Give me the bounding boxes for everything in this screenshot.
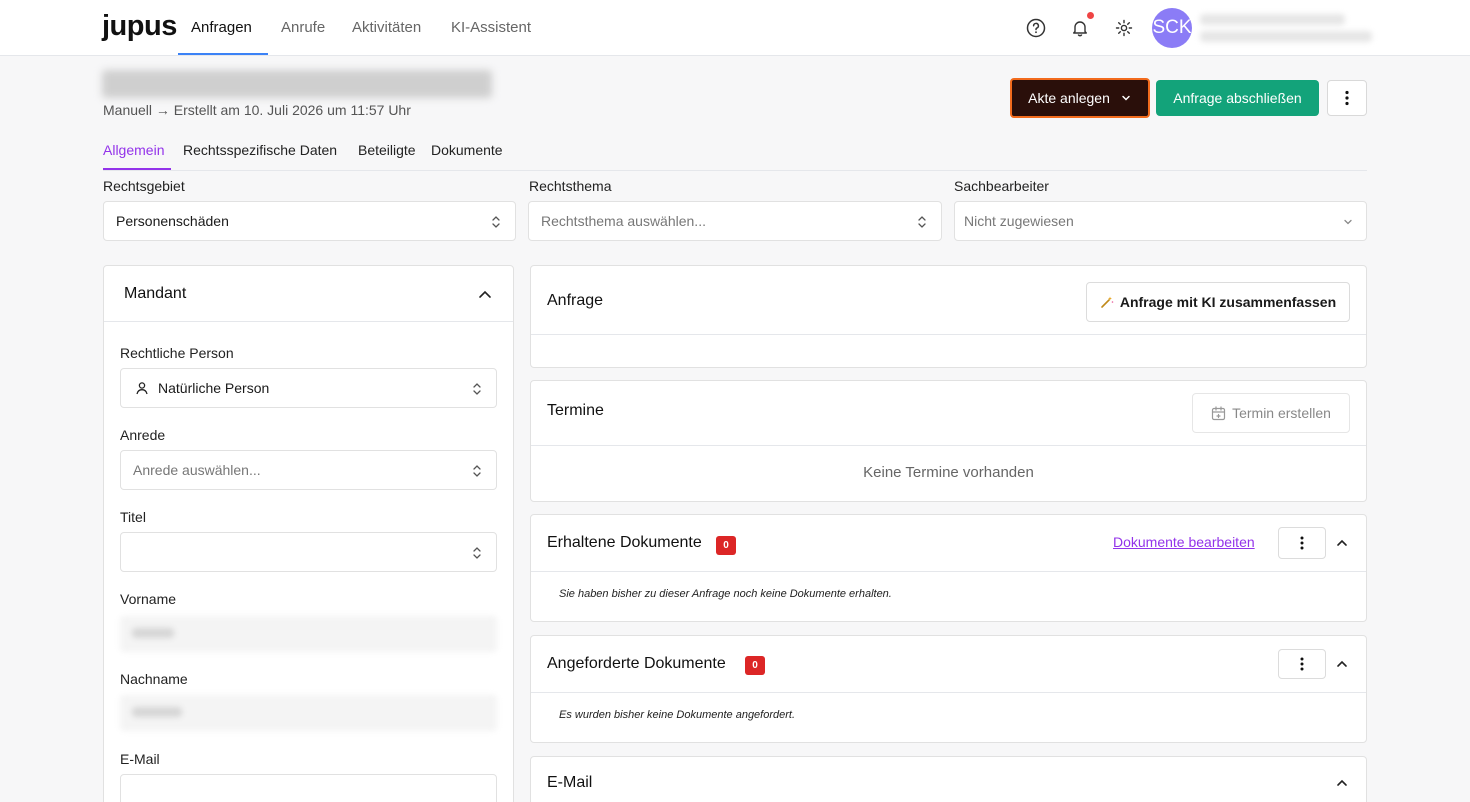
magic-wand-icon [1101, 296, 1114, 308]
chevron-up-icon[interactable] [1336, 659, 1348, 669]
angeforderte-count-badge: 0 [745, 656, 765, 675]
nav-ki-assistent[interactable]: KI-Assistent [451, 19, 531, 36]
rechtsthema-label: Rechtsthema [529, 178, 612, 194]
anrede-label: Anrede [120, 427, 166, 443]
tab-allgemein[interactable]: Allgemein [103, 142, 164, 158]
more-vertical-icon [1345, 90, 1349, 106]
tab-rechtsspezifische-daten[interactable]: Rechtsspezifische Daten [183, 142, 337, 158]
person-icon [136, 382, 148, 395]
angeforderte-divider [531, 692, 1366, 693]
nachname-label: Nachname [120, 671, 188, 687]
nav-anrufe[interactable]: Anrufe [281, 19, 325, 36]
notification-dot [1087, 12, 1094, 19]
titel-label: Titel [120, 509, 146, 525]
chevron-up-icon[interactable] [478, 288, 492, 300]
erhaltene-empty-text: Sie haben bisher zu dieser Anfrage noch … [559, 588, 892, 600]
termine-divider [531, 445, 1366, 446]
nachname-value-redacted [132, 707, 182, 717]
anrede-select[interactable]: Anrede auswählen... [120, 450, 497, 490]
erhaltene-dokumente-panel [530, 514, 1367, 622]
more-vertical-icon [1300, 536, 1304, 550]
rechtsgebiet-value: Personenschäden [116, 213, 229, 229]
anfrage-divider [531, 334, 1366, 335]
email-panel-title: E-Mail [547, 774, 593, 791]
mandant-divider [104, 321, 513, 322]
email-field[interactable] [120, 774, 497, 802]
help-icon[interactable] [1024, 16, 1048, 40]
sachbearbeiter-select[interactable]: Nicht zugewiesen [954, 201, 1367, 241]
rechtliche-person-value: Natürliche Person [158, 380, 270, 396]
updown-chevron-icon [473, 383, 481, 395]
vorname-value-redacted [132, 628, 174, 638]
anfrage-title: Anfrage [547, 292, 604, 309]
tabs-divider [103, 170, 1367, 171]
top-navigation-bar: jupus Anfragen Anrufe Aktivitäten KI-Ass… [0, 0, 1470, 56]
erhaltene-more-button[interactable] [1278, 527, 1326, 559]
more-actions-button[interactable] [1327, 80, 1367, 116]
nav-active-indicator [178, 53, 268, 55]
page-title-redacted [102, 70, 492, 98]
akte-anlegen-button[interactable]: Akte anlegen [1010, 78, 1150, 118]
email-panel [530, 756, 1367, 802]
chevron-up-icon[interactable] [1336, 538, 1348, 548]
nav-aktivitaeten[interactable]: Aktivitäten [352, 19, 421, 36]
sachbearbeiter-placeholder: Nicht zugewiesen [964, 213, 1074, 229]
titel-select[interactable] [120, 532, 497, 572]
termine-title: Termine [547, 402, 604, 419]
rechtsgebiet-select[interactable]: Personenschäden [103, 201, 516, 241]
app-logo[interactable]: jupus [102, 10, 177, 43]
user-email-redacted [1200, 31, 1372, 42]
erhaltene-divider [531, 571, 1366, 572]
bell-icon[interactable] [1068, 16, 1092, 40]
rechtsgebiet-label: Rechtsgebiet [103, 178, 185, 194]
dokumente-bearbeiten-link[interactable]: Dokumente bearbeiten [1113, 534, 1255, 550]
vorname-label: Vorname [120, 591, 177, 607]
tab-beteiligte[interactable]: Beteiligte [358, 142, 416, 158]
email-label: E-Mail [120, 751, 160, 767]
nav-anfragen[interactable]: Anfragen [191, 19, 252, 36]
ki-zusammenfassen-label: Anfrage mit KI zusammenfassen [1119, 294, 1337, 310]
mandant-title: Mandant [124, 285, 187, 302]
sachbearbeiter-label: Sachbearbeiter [954, 178, 1049, 194]
tab-active-indicator [103, 168, 171, 170]
erhaltene-dokumente-title: Erhaltene Dokumente [547, 534, 702, 551]
updown-chevron-icon [492, 216, 500, 228]
chevron-down-icon [1122, 95, 1130, 101]
rechtsthema-select[interactable]: Rechtsthema auswählen... [528, 201, 942, 241]
rechtsthema-placeholder: Rechtsthema auswählen... [541, 213, 706, 229]
tab-dokumente[interactable]: Dokumente [431, 142, 503, 158]
termine-empty-text: Keine Termine vorhanden [863, 464, 1034, 481]
erhaltene-count-badge: 0 [716, 536, 736, 555]
vorname-field-redacted[interactable] [120, 616, 497, 652]
calendar-plus-icon [1211, 405, 1226, 420]
termin-erstellen-label: Termin erstellen [1232, 405, 1331, 421]
angeforderte-dokumente-panel [530, 635, 1367, 743]
angeforderte-more-button[interactable] [1278, 649, 1326, 679]
more-vertical-icon [1300, 657, 1304, 671]
updown-chevron-icon [918, 216, 926, 228]
chevron-up-icon[interactable] [1336, 778, 1348, 788]
user-name-redacted [1200, 14, 1345, 25]
rechtliche-person-label: Rechtliche Person [120, 345, 234, 361]
gear-icon[interactable] [1112, 16, 1136, 40]
rechtliche-person-select[interactable]: Natürliche Person [120, 368, 497, 408]
termin-erstellen-button[interactable]: Termin erstellen [1192, 393, 1350, 433]
akte-anlegen-label: Akte anlegen [1028, 90, 1110, 106]
anrede-placeholder: Anrede auswählen... [133, 462, 261, 478]
chevron-down-icon [1344, 219, 1352, 225]
updown-chevron-icon [473, 547, 481, 559]
updown-chevron-icon [473, 465, 481, 477]
angeforderte-empty-text: Es wurden bisher keine Dokumente angefor… [559, 709, 796, 721]
ki-zusammenfassen-button[interactable]: Anfrage mit KI zusammenfassen [1086, 282, 1350, 322]
user-avatar[interactable]: SCK [1152, 8, 1192, 48]
anfrage-abschliessen-button[interactable]: Anfrage abschließen [1156, 80, 1319, 116]
page-subtitle: Manuell → Erstellt am 10. Juli 2026 um 1… [103, 102, 411, 118]
angeforderte-dokumente-title: Angeforderte Dokumente [547, 655, 726, 672]
